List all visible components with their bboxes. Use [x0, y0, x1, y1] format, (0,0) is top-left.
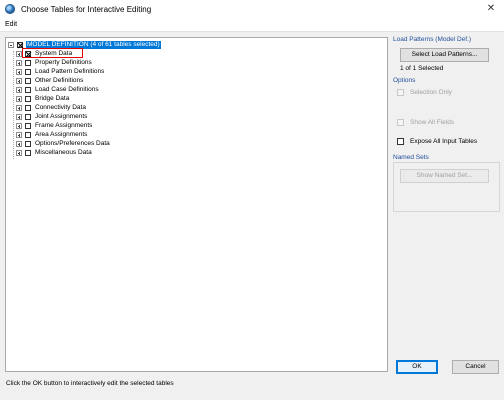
tree-node-system-data[interactable]: System Data	[16, 49, 73, 58]
named-sets-title: Named Sets	[393, 154, 429, 161]
show-all-fields-option: Show All Fields	[397, 119, 454, 126]
menu-edit[interactable]: Edit	[5, 21, 17, 28]
tree-node-property-definitions[interactable]: Property Definitions	[16, 58, 93, 67]
tree-node-checkbox[interactable]	[25, 140, 31, 147]
show-all-fields-label: Show All Fields	[410, 119, 455, 126]
tree-node-checkbox[interactable]	[25, 95, 31, 102]
tree-node-checkbox[interactable]	[25, 77, 31, 84]
tree-node-bridge-data[interactable]: Bridge Data	[16, 94, 70, 103]
tree-node-label[interactable]: System Data	[34, 50, 73, 58]
tree-connector-line	[13, 51, 14, 159]
status-text: Click the OK button to interactively edi…	[6, 380, 174, 387]
tree-node-checkbox[interactable]	[25, 86, 31, 93]
tree-node-root-label[interactable]: MODEL DEFINITION (4 of 61 tables selecte…	[26, 40, 161, 49]
window-title: Choose Tables for Interactive Editing	[21, 4, 152, 14]
selection-only-checkbox	[397, 89, 404, 96]
load-patterns-title: Load Patterns (Model Def.)	[393, 36, 472, 43]
named-sets-group: Named Sets	[393, 154, 499, 161]
close-icon[interactable]: ✕	[484, 2, 498, 16]
select-load-patterns-button[interactable]: Select Load Patterns...	[400, 48, 489, 62]
tree-node-checkbox[interactable]	[25, 122, 31, 129]
tree-node-connectivity-data[interactable]: Connectivity Data	[16, 103, 87, 112]
tree-node-label[interactable]: Load Case Definitions	[34, 86, 100, 94]
tree-node-checkbox[interactable]	[25, 131, 31, 138]
expand-icon[interactable]	[16, 77, 22, 84]
tree-node-label[interactable]: Area Assignments	[34, 131, 88, 139]
expand-icon[interactable]	[16, 68, 22, 75]
tree-node-label[interactable]: Options/Preferences Data	[34, 140, 111, 148]
tree-node-area-assignments[interactable]: Area Assignments	[16, 130, 88, 139]
root-checkbox[interactable]	[17, 41, 23, 48]
expand-icon[interactable]	[16, 122, 22, 129]
expand-icon[interactable]	[16, 140, 22, 147]
tree-node-checkbox[interactable]	[25, 149, 31, 156]
tree-node-label[interactable]: Connectivity Data	[34, 104, 87, 112]
selection-only-option: Selection Only	[397, 89, 452, 96]
menu-bar: Edit	[0, 18, 504, 32]
tree-node-joint-assignments[interactable]: Joint Assignments	[16, 112, 88, 121]
title-bar: Choose Tables for Interactive Editing ✕	[0, 0, 504, 18]
cancel-button[interactable]: Cancel	[452, 360, 499, 374]
expand-icon[interactable]	[16, 149, 22, 156]
expand-icon[interactable]	[16, 50, 22, 57]
app-icon	[5, 4, 15, 14]
options-group: Options	[393, 77, 499, 84]
tree-node-checkbox[interactable]	[25, 113, 31, 120]
tree-node-label[interactable]: Property Definitions	[34, 59, 93, 67]
table-tree[interactable]: MODEL DEFINITION (4 of 61 tables selecte…	[5, 37, 388, 372]
expose-all-input-tables-label[interactable]: Expose All Input Tables	[410, 138, 477, 145]
tree-node-label[interactable]: Other Definitions	[34, 77, 84, 85]
expand-icon[interactable]	[16, 95, 22, 102]
show-named-set-button: Show Named Set...	[400, 169, 489, 183]
tree-node-label[interactable]: Bridge Data	[34, 95, 70, 103]
load-patterns-group: Load Patterns (Model Def.)	[393, 36, 499, 43]
expand-icon[interactable]	[16, 104, 22, 111]
collapse-icon[interactable]	[8, 41, 14, 48]
tree-node-checkbox[interactable]	[25, 59, 31, 66]
tree-node-options-preferences-data[interactable]: Options/Preferences Data	[16, 139, 111, 148]
options-title: Options	[393, 77, 416, 84]
tree-node-label[interactable]: Joint Assignments	[34, 113, 88, 121]
tree-node-label[interactable]: Load Pattern Definitions	[34, 68, 105, 76]
tree-node-other-definitions[interactable]: Other Definitions	[16, 76, 84, 85]
tree-node-root[interactable]: MODEL DEFINITION (4 of 61 tables selecte…	[8, 40, 161, 49]
show-all-fields-checkbox	[397, 119, 404, 126]
tree-node-load-case-definitions[interactable]: Load Case Definitions	[16, 85, 100, 94]
tree-node-label[interactable]: Miscellaneous Data	[34, 149, 93, 157]
expand-icon[interactable]	[16, 86, 22, 93]
tree-node-checkbox[interactable]	[25, 68, 31, 75]
tree-node-miscellaneous-data[interactable]: Miscellaneous Data	[16, 148, 93, 157]
selection-only-label: Selection Only	[410, 89, 452, 96]
load-patterns-status: 1 of 1 Selected	[400, 65, 444, 72]
system-data-checkbox[interactable]	[25, 50, 31, 57]
tree-node-frame-assignments[interactable]: Frame Assignments	[16, 121, 93, 130]
expand-icon[interactable]	[16, 113, 22, 120]
expand-icon[interactable]	[16, 131, 22, 138]
expose-all-input-tables-checkbox[interactable]	[397, 138, 404, 145]
tree-node-checkbox[interactable]	[25, 104, 31, 111]
expand-icon[interactable]	[16, 59, 22, 66]
tree-node-label[interactable]: Frame Assignments	[34, 122, 93, 130]
expose-all-input-tables-option[interactable]: Expose All Input Tables	[397, 138, 477, 145]
tree-node-load-pattern-definitions[interactable]: Load Pattern Definitions	[16, 67, 105, 76]
ok-button[interactable]: OK	[396, 360, 438, 374]
